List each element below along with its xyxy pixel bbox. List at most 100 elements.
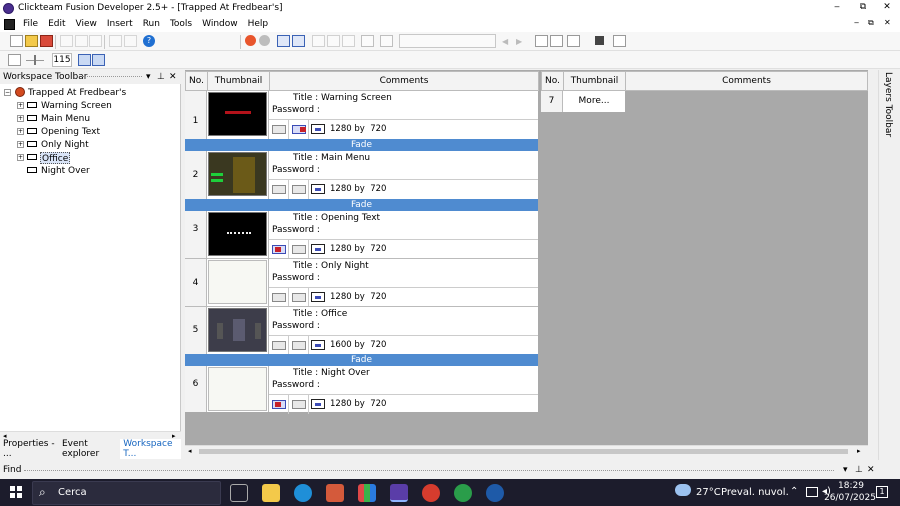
- maximize-button[interactable]: ⧉: [852, 0, 874, 14]
- frame-title[interactable]: Title : Only Night: [293, 261, 369, 271]
- zoom-slider-thumb[interactable]: [34, 55, 36, 65]
- close-button[interactable]: ✕: [876, 0, 898, 14]
- window-mode-icon[interactable]: [613, 35, 626, 47]
- tree-frame-opening-text[interactable]: Opening Text: [41, 126, 100, 138]
- network-icon[interactable]: [806, 487, 818, 497]
- tree-frame-only-night[interactable]: Only Night: [41, 139, 89, 151]
- frame-size-text[interactable]: 1600 by 720: [330, 340, 386, 350]
- chrome-icon[interactable]: [422, 484, 440, 502]
- task-view-icon[interactable]: [230, 484, 248, 502]
- frame-thumbnail[interactable]: [207, 307, 269, 354]
- transition-out-icon[interactable]: [292, 293, 306, 302]
- transition-out-icon[interactable]: [292, 341, 306, 350]
- frame-select-dropdown[interactable]: [399, 34, 496, 48]
- frame-title[interactable]: Title : Warning Screen: [293, 93, 392, 103]
- frame-editor-icon[interactable]: [292, 35, 305, 47]
- expand-frame-icon[interactable]: +: [17, 115, 24, 122]
- storyboard-editor-icon[interactable]: [277, 35, 290, 47]
- data-elements-icon[interactable]: [342, 35, 355, 47]
- transition-in-icon[interactable]: [272, 400, 286, 409]
- frame-thumbnail[interactable]: [207, 259, 269, 307]
- tray-chevron-icon[interactable]: ⌃: [790, 486, 798, 497]
- next-frame-icon[interactable]: ▶: [516, 37, 522, 46]
- tab-event-explorer[interactable]: Event explorer: [59, 439, 120, 459]
- mdi-minimize-button[interactable]: ‒: [854, 18, 859, 27]
- fade-transition-bar[interactable]: Fade: [185, 354, 538, 366]
- frame-size-icon[interactable]: [311, 184, 325, 194]
- tree-frame-office-selected[interactable]: Office: [40, 152, 71, 164]
- fade-transition-bar[interactable]: Fade: [185, 199, 538, 211]
- file-explorer-icon[interactable]: [262, 484, 280, 502]
- grid-app-icon[interactable]: [358, 484, 376, 502]
- scroll-right-icon[interactable]: ▸: [857, 447, 861, 455]
- frame-setup-icon[interactable]: [8, 54, 21, 66]
- panel-gripper[interactable]: [82, 76, 142, 78]
- layout-icon[interactable]: [535, 35, 548, 47]
- help-icon[interactable]: ?: [143, 35, 155, 47]
- frame-thumbnail[interactable]: [207, 151, 269, 199]
- frame-thumbnail[interactable]: [207, 211, 269, 259]
- password-label[interactable]: Password :: [272, 321, 320, 331]
- tab-workspace-toolbar[interactable]: Workspace T...: [120, 439, 181, 459]
- run-application-icon[interactable]: [245, 35, 256, 46]
- open-folder-icon[interactable]: [25, 35, 38, 47]
- transition-in-icon[interactable]: [272, 125, 286, 134]
- magnifier-icon[interactable]: [92, 54, 105, 66]
- tree-frame-main-menu[interactable]: Main Menu: [41, 113, 90, 125]
- transition-in-icon[interactable]: [272, 245, 286, 254]
- pin-icon[interactable]: ⊥: [855, 462, 863, 479]
- menu-run[interactable]: Run: [138, 19, 165, 29]
- transition-in-icon[interactable]: [272, 185, 286, 194]
- paste-icon[interactable]: [89, 35, 102, 47]
- transition-out-icon[interactable]: [292, 245, 306, 254]
- scroll-left-icon[interactable]: ◂: [188, 447, 192, 455]
- transition-in-icon[interactable]: [272, 341, 286, 350]
- menu-window[interactable]: Window: [197, 19, 243, 29]
- transition-in-icon[interactable]: [272, 293, 286, 302]
- new-file-icon[interactable]: [10, 35, 23, 47]
- password-label[interactable]: Password :: [272, 165, 320, 175]
- zoom-input[interactable]: 115: [52, 53, 72, 67]
- panel-menu-icon[interactable]: ▾: [146, 70, 151, 84]
- mdi-restore-button[interactable]: ⧉: [868, 18, 874, 28]
- chrome-profile-icon[interactable]: [454, 484, 472, 502]
- fade-transition-bar[interactable]: Fade: [185, 139, 538, 151]
- save-icon[interactable]: [40, 35, 53, 47]
- notifications-icon[interactable]: 1: [876, 486, 888, 498]
- mdi-document-icon[interactable]: [4, 18, 15, 30]
- more-frames-button[interactable]: More...: [563, 91, 625, 112]
- frame-title[interactable]: Title : Opening Text: [293, 213, 380, 223]
- expand-frame-icon[interactable]: +: [17, 102, 24, 109]
- frame-size-icon[interactable]: [311, 124, 325, 134]
- password-label[interactable]: Password :: [272, 273, 320, 283]
- redo-icon[interactable]: [124, 35, 137, 47]
- menu-tools[interactable]: Tools: [165, 19, 197, 29]
- frame-size-text[interactable]: 1280 by 720: [330, 292, 386, 302]
- frame-title[interactable]: Title : Main Menu: [293, 153, 370, 163]
- panel-close-icon[interactable]: ✕: [169, 70, 177, 84]
- copy-icon[interactable]: [75, 35, 88, 47]
- menu-help[interactable]: Help: [243, 19, 274, 29]
- temperature[interactable]: 27°C: [696, 487, 721, 498]
- expand-frame-icon[interactable]: +: [17, 128, 24, 135]
- mdi-close-button[interactable]: ✕: [884, 18, 891, 27]
- frame-title[interactable]: Title : Night Over: [293, 368, 370, 378]
- transition-out-icon[interactable]: [292, 185, 306, 194]
- event-list-icon[interactable]: [327, 35, 340, 47]
- transition-out-icon[interactable]: [292, 125, 306, 134]
- tree-root-application[interactable]: Trapped At Fredbear's: [28, 87, 126, 99]
- tree-frame-warning-screen[interactable]: Warning Screen: [41, 100, 112, 112]
- align-icon[interactable]: [550, 35, 563, 47]
- cut-icon[interactable]: [60, 35, 73, 47]
- expand-frame-icon[interactable]: +: [17, 141, 24, 148]
- menu-edit[interactable]: Edit: [43, 19, 70, 29]
- taskbar-search-box[interactable]: ⌕ Cerca: [32, 481, 221, 505]
- scrollbar-thumb[interactable]: [199, 449, 848, 454]
- frame-thumbnail[interactable]: [207, 366, 269, 412]
- tree-frame-night-over[interactable]: Night Over: [41, 165, 90, 177]
- run-frame-icon[interactable]: [259, 35, 270, 46]
- clock-time[interactable]: 18:29: [831, 481, 871, 491]
- frame-size-text[interactable]: 1280 by 720: [330, 124, 386, 134]
- weather-condition[interactable]: Preval. nuvol.: [721, 487, 789, 498]
- storyboard-horizontal-scrollbar[interactable]: ◂ ▸: [185, 445, 868, 457]
